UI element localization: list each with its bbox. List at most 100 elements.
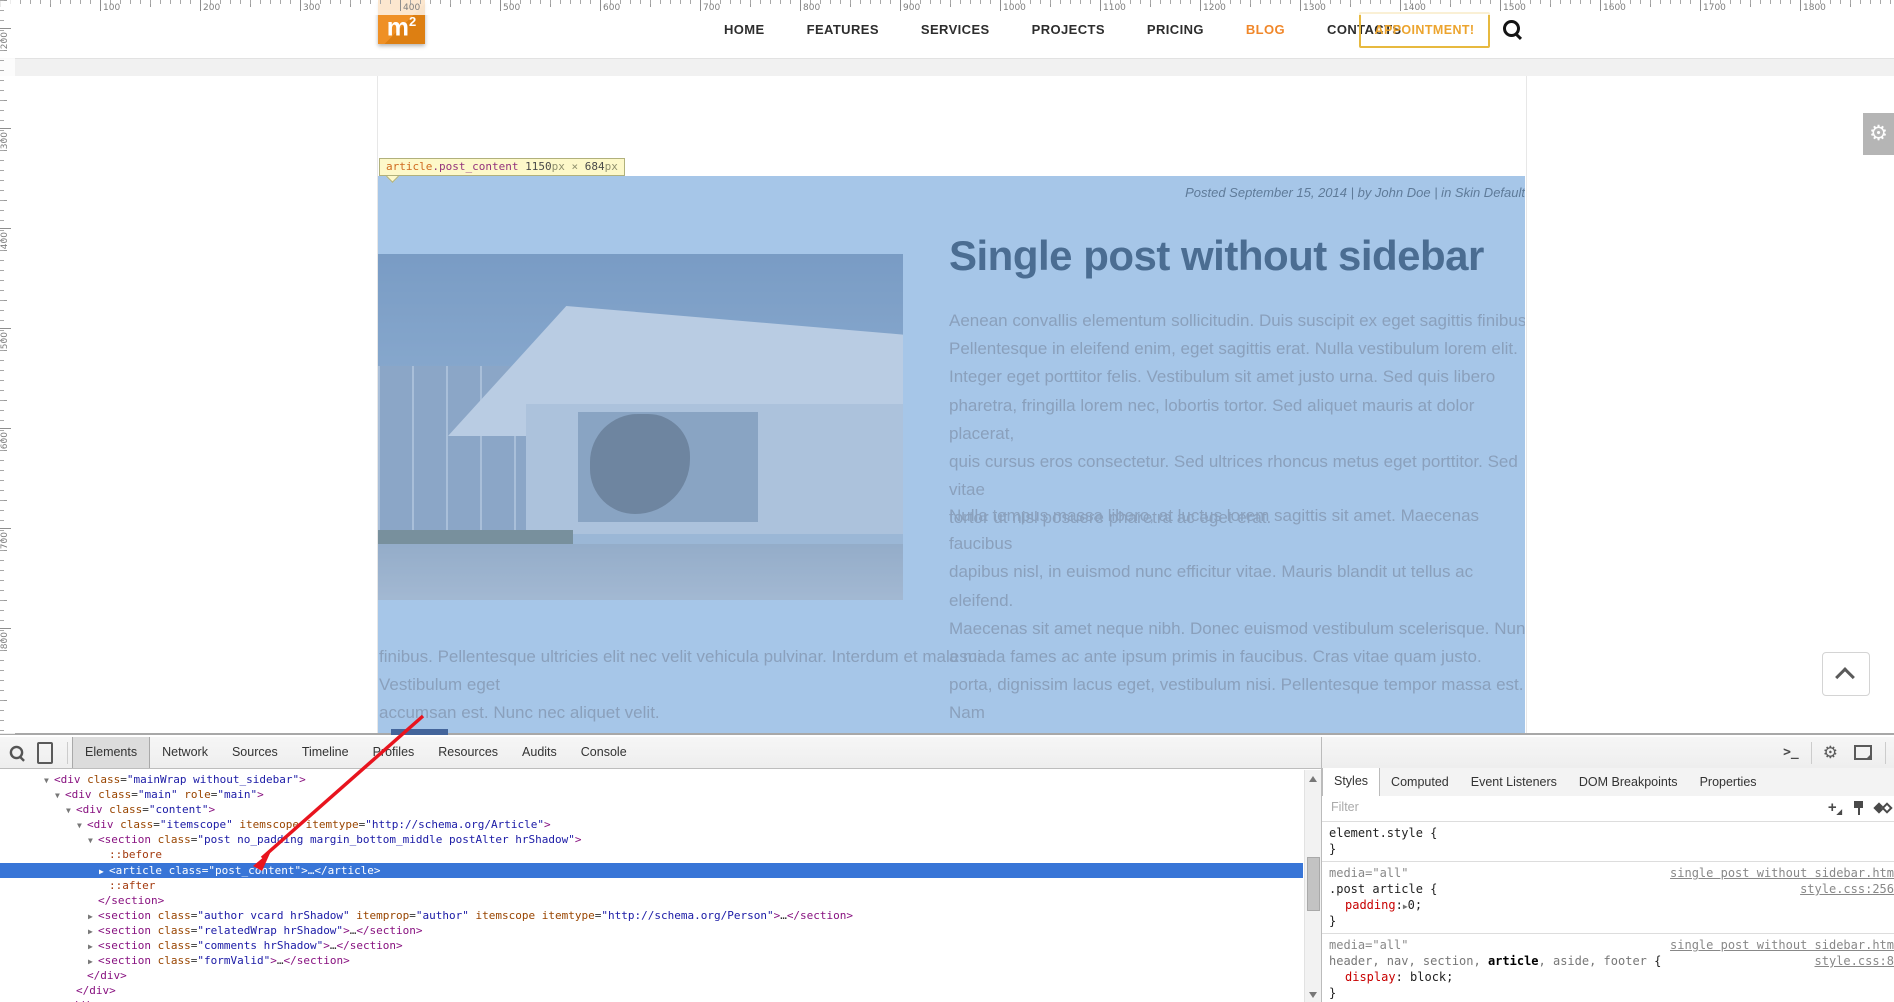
tree-row[interactable]: ▼<div class="itemscope" itemscope itemty… [0,817,1303,832]
styles-filter-input[interactable]: Filter [1331,800,1359,814]
tree-token: <section [98,924,151,937]
sidebar-tab-event-listeners[interactable]: Event Listeners [1460,769,1568,796]
sidebar-tab-dom-breakpoints[interactable]: DOM Breakpoints [1568,769,1689,796]
stylesheet-source-link[interactable]: single post without sidebar.htm [1670,865,1894,881]
ruler-tick [300,0,301,11]
ruler-label: 1300 [1303,3,1326,13]
nav-item-home[interactable]: HOME [724,22,765,37]
tree-token: </section> [283,954,349,967]
expand-arrow-icon[interactable]: ▶ [99,864,109,879]
devtools-tab-network[interactable]: Network [150,737,220,768]
css-property[interactable]: padding:▶0; [1322,897,1894,913]
css-close-brace: } [1322,913,1894,929]
tree-token: class [81,773,121,786]
devtools-tab-sources[interactable]: Sources [220,737,290,768]
back-to-top-button[interactable] [1822,652,1870,696]
tooltip-class: .post_content [432,160,518,173]
tree-token: <article [109,864,162,877]
ruler-tick [900,0,901,11]
logo-sup: 2 [409,14,416,29]
tree-row[interactable]: ▼<section class="post no_padding margin_… [0,832,1303,847]
expand-arrow-icon[interactable]: ▶ [88,954,98,969]
css-property[interactable]: display: block; [1322,969,1894,985]
tree-row[interactable]: ▼<div class="content"> [0,802,1303,817]
tree-row[interactable]: ▶<section class="author vcard hrShadow" … [0,908,1303,923]
element-state-icon[interactable] [1875,802,1889,814]
ruler-tick [1600,0,1601,11]
devtools-tab-profiles[interactable]: Profiles [361,737,427,768]
nav-item-projects[interactable]: PROJECTS [1032,22,1105,37]
tooltip-tag: article [386,160,432,173]
tree-token: > [343,924,350,937]
appointment-button[interactable]: APPOINTMENT! [1359,12,1490,48]
tree-token: > [544,818,551,831]
tree-row[interactable]: ::after [0,878,1303,893]
expand-arrow-icon[interactable]: ▶ [88,939,98,954]
sidebar-tab-styles[interactable]: Styles [1322,768,1380,796]
expand-arrow-icon[interactable]: ▼ [77,818,87,833]
ruler-label: 800 [803,3,820,13]
tree-row[interactable]: ▶<section class="formValid">…</section> [0,953,1303,968]
ruler-tick [1000,0,1001,11]
tree-row-selected[interactable]: ▶<article class="post_content">…</articl… [0,863,1303,878]
post-meta-line[interactable]: Posted September 15, 2014 | by John Doe … [378,185,1525,200]
inspect-element-icon[interactable] [10,746,24,760]
new-style-rule-icon[interactable]: +◢ [1828,799,1842,816]
tree-token: <div [65,788,92,801]
tree-row[interactable]: </div> [0,968,1303,983]
filter-icons: +◢ [1828,799,1889,816]
tree-row[interactable]: ▶<section class="relatedWrap hrShadow">…… [0,923,1303,938]
ruler-tick [0,528,11,529]
screenshot-canvas: m2 HOMEFEATURESSERVICESPROJECTSPRICINGBL… [0,0,1894,1002]
stylesheet-source-link[interactable]: style.css:256 [1800,881,1894,897]
theme-options-gear-icon[interactable]: ⚙ [1863,113,1894,155]
ruler-tick [0,628,11,629]
scrollbar-up-arrow[interactable] [1309,776,1317,782]
scrollbar-down-arrow[interactable] [1309,992,1317,998]
elements-tree-scrollbar[interactable] [1304,770,1321,1002]
tree-token: class [151,833,191,846]
devtools-tab-timeline[interactable]: Timeline [290,737,361,768]
vertical-ruler: 200300400500600700800 [0,0,15,734]
nav-item-blog[interactable]: BLOG [1246,22,1285,37]
tooltip-unit-h: px [605,160,618,173]
tree-token: <div [87,818,114,831]
expand-arrow-icon[interactable]: ▼ [44,773,54,788]
sidebar-tab-properties[interactable]: Properties [1689,769,1768,796]
tree-row[interactable]: ▼<div class="mainWrap without_sidebar"> [0,772,1303,787]
tree-token: <section [98,939,151,952]
pin-icon[interactable] [1854,801,1863,815]
expand-arrow-icon[interactable]: ▼ [55,788,65,803]
post-paragraph-1: Aenean convallis elementum sollicitudin.… [949,307,1525,533]
tree-row[interactable]: ::before [0,847,1303,862]
stylesheet-source-link[interactable]: single post without sidebar.htm [1670,937,1894,953]
tree-row[interactable]: </div> [0,983,1303,998]
tree-row[interactable]: ▼<div class="main" role="main"> [0,787,1303,802]
expand-arrow-icon[interactable]: ▶ [88,909,98,924]
devtools-tab-console[interactable]: Console [569,737,639,768]
style-rule-section: media="all"single post without sidebar.h… [1322,862,1894,934]
devtools-tab-elements[interactable]: Elements [72,737,150,768]
search-icon[interactable] [1503,20,1520,37]
devtools-tab-resources[interactable]: Resources [426,737,510,768]
expand-arrow-icon[interactable]: ▶ [88,924,98,939]
device-emulation-icon[interactable] [37,742,53,764]
scrollbar-thumb[interactable] [1307,857,1320,911]
tree-token: </div> [76,984,116,997]
tree-row[interactable]: ▶<section class="comments hrShadow">…</s… [0,938,1303,953]
expand-arrow-icon[interactable]: ▼ [88,833,98,848]
nav-item-pricing[interactable]: PRICING [1147,22,1204,37]
tree-token: role [178,788,211,801]
nav-item-features[interactable]: FEATURES [807,22,879,37]
nav-item-services[interactable]: SERVICES [921,22,990,37]
post-featured-image[interactable] [378,254,903,600]
tree-token: <section [98,909,151,922]
sidebar-tab-computed[interactable]: Computed [1380,769,1460,796]
stylesheet-source-link[interactable]: style.css:8 [1815,953,1894,969]
tree-token: "author vcard hrShadow" [197,909,349,922]
expand-arrow-icon[interactable]: ▼ [66,803,76,818]
tree-row[interactable]: </section> [0,893,1303,908]
devtools-tab-audits[interactable]: Audits [510,737,569,768]
post-paragraph-2-continued: finibus. Pellentesque ultricies elit nec… [379,643,1524,728]
tree-row[interactable]: </div> [0,998,1303,1002]
